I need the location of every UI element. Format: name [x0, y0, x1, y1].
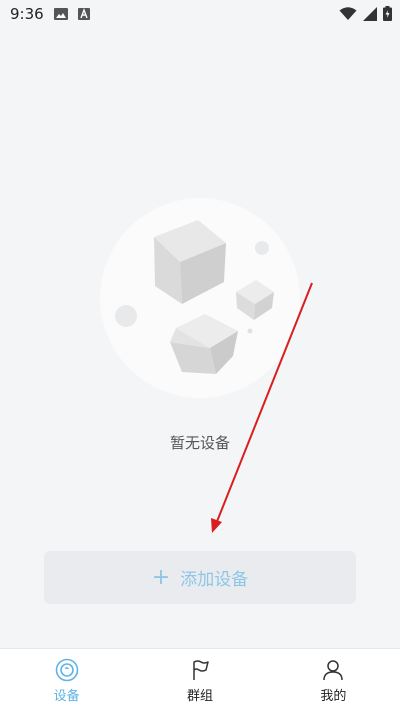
empty-state-message: 暂无设备 — [169, 434, 230, 452]
empty-box-illustration — [100, 198, 300, 398]
tab-devices[interactable]: 设备 — [0, 649, 133, 711]
flag-icon — [193, 660, 209, 680]
device-icon — [55, 658, 78, 682]
tab-devices-label: 设备 — [53, 689, 80, 704]
bottom-tab-bar: 设备 群组 我的 — [0, 648, 400, 711]
plus-icon: + — [151, 564, 171, 590]
signal-icon — [363, 6, 377, 21]
add-device-button[interactable]: + 添加设备 — [44, 551, 356, 604]
wifi-icon — [339, 6, 357, 20]
status-time: 9:36 — [10, 5, 44, 23]
person-icon — [323, 660, 344, 681]
status-left-icons — [53, 8, 90, 20]
image-icon — [53, 8, 68, 20]
font-icon — [77, 8, 90, 20]
status-right-icons — [339, 6, 392, 21]
add-device-label: 添加设备 — [180, 570, 249, 590]
tab-me-label: 我的 — [320, 689, 347, 704]
tab-groups[interactable]: 群组 — [133, 649, 266, 711]
tab-groups-label: 群组 — [186, 689, 213, 704]
status-bar: 9:36 — [0, 0, 400, 28]
tab-me[interactable]: 我的 — [267, 649, 400, 711]
battery-icon — [383, 6, 392, 21]
